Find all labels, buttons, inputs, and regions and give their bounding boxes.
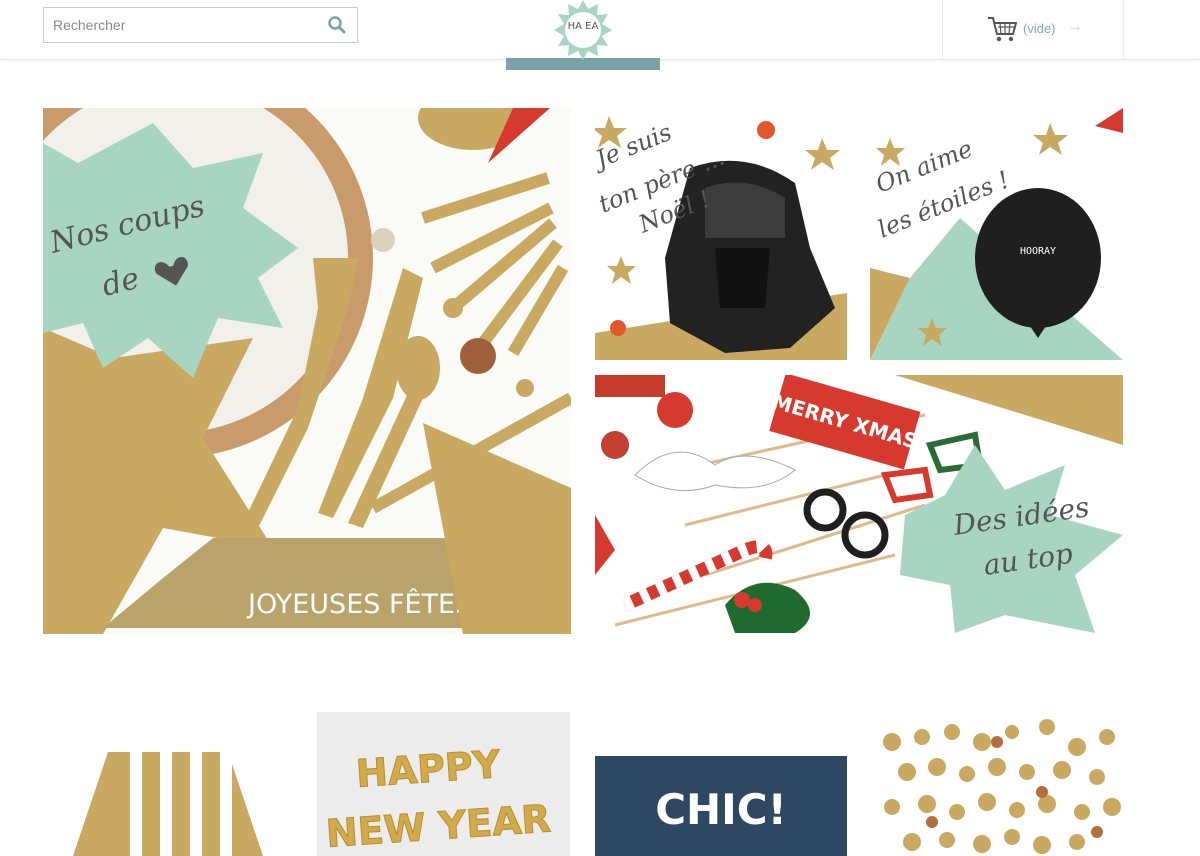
search-input[interactable] (44, 8, 314, 42)
product-gold-striped-plate[interactable] (38, 712, 294, 856)
search-button[interactable] (327, 15, 347, 35)
logo-text: HA EA (568, 21, 599, 32)
cart-icon (988, 17, 1018, 42)
arrow-right-icon: → (1067, 18, 1083, 35)
logo-link[interactable]: HA EA (506, 0, 660, 70)
balloon-text: HOORAY (1020, 246, 1056, 257)
product-chic-text: CHIC! (655, 785, 787, 834)
banner-idees-au-top[interactable]: MERRY XMAS Des idées au top (595, 375, 1123, 633)
banner-etoiles[interactable]: HOORAY On aime les étoiles ! (870, 108, 1123, 360)
banner-pere-noel[interactable]: Je suis ton père ... Noël ! (595, 108, 847, 360)
product-gold-confetti[interactable] (872, 712, 1124, 856)
product-happy-new-year[interactable]: HAPPY NEW YEAR (317, 712, 570, 856)
product-chic-card[interactable]: CHIC! (595, 712, 847, 856)
search-icon (328, 16, 346, 34)
search-box (43, 7, 358, 43)
cart-link[interactable]: (vide) → (942, 0, 1124, 60)
napkins-text: JOYEUSES FÊTES (246, 588, 472, 620)
cart-status: (vide) (1023, 21, 1056, 36)
banner-coups-de-coeur[interactable]: JOYEUSES FÊTES Nos coups de (43, 108, 571, 634)
site-header: HA EA (vide) → (0, 0, 1200, 70)
logo: HA EA (554, 0, 612, 60)
